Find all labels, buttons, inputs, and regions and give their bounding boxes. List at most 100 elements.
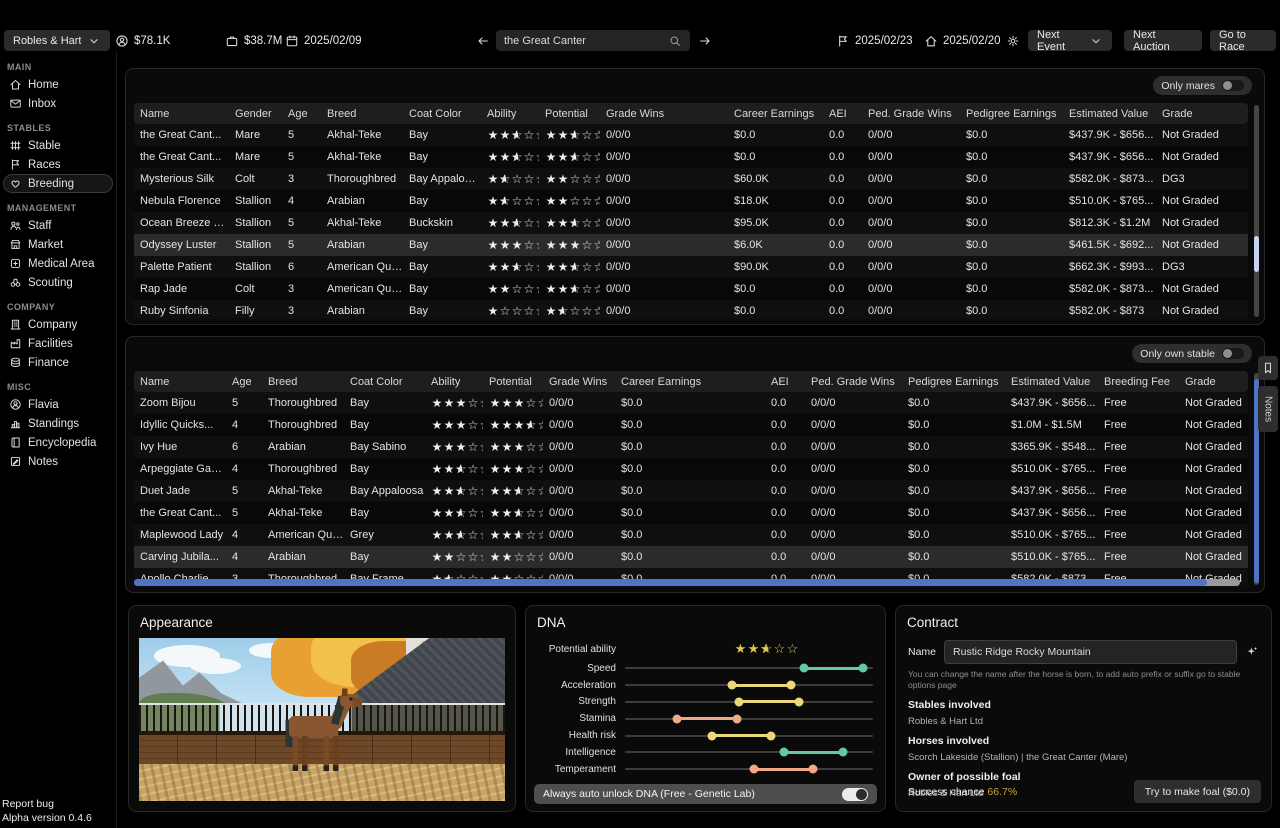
- table-row[interactable]: Carving Jubila...4ArabianBay★★☆☆☆★★☆☆☆0/…: [134, 546, 1248, 568]
- dna-slider-track[interactable]: [625, 701, 873, 703]
- only-mares-switch[interactable]: [1222, 80, 1244, 91]
- column-header-estimated_value[interactable]: Estimated Value: [1063, 103, 1156, 124]
- column-header-ability[interactable]: Ability: [481, 103, 539, 124]
- notes-icon: [9, 455, 22, 468]
- settings-button[interactable]: [1006, 30, 1020, 51]
- make-foal-button[interactable]: Try to make foal ($0.0): [1134, 780, 1261, 803]
- main-content: Only mares NameGenderAgeBreedCoat ColorA…: [117, 52, 1280, 828]
- column-header-grade_wins[interactable]: Grade Wins: [600, 103, 728, 124]
- history-back-button[interactable]: [476, 30, 490, 51]
- only-own-stable-toggle[interactable]: Only own stable: [1132, 344, 1252, 363]
- column-header-estimated_value[interactable]: Estimated Value: [1005, 371, 1098, 392]
- dna-slider-health-risk: Health risk: [536, 727, 873, 744]
- dna-slider-track[interactable]: [625, 768, 873, 770]
- report-bug-link[interactable]: Report bug: [2, 797, 92, 811]
- random-name-icon[interactable]: [1245, 645, 1259, 659]
- dna-slider-track[interactable]: [625, 735, 873, 737]
- sidebar-item-finance[interactable]: Finance: [3, 353, 113, 372]
- history-forward-button[interactable]: [698, 30, 712, 51]
- column-header-ability[interactable]: Ability: [425, 371, 483, 392]
- column-header-breeding_fee[interactable]: Breeding Fee: [1098, 371, 1179, 392]
- sidebar-item-company[interactable]: Company: [3, 315, 113, 334]
- column-header-career_earnings[interactable]: Career Earnings: [615, 371, 765, 392]
- column-header-age[interactable]: Age: [226, 371, 262, 392]
- column-header-breed[interactable]: Breed: [321, 103, 403, 124]
- next-auction-button[interactable]: Next Auction: [1124, 30, 1202, 51]
- sidebar-item-market[interactable]: Market: [3, 235, 113, 254]
- search-input[interactable]: [504, 35, 668, 47]
- column-header-grade[interactable]: Grade: [1156, 103, 1248, 124]
- sidebar-item-flavia[interactable]: Flavia: [3, 395, 113, 414]
- table-row[interactable]: Ivy Hue6ArabianBay Sabino★★★☆☆★★★☆☆0/0/0…: [134, 436, 1248, 458]
- column-header-ped_grade_wins[interactable]: Ped. Grade Wins: [805, 371, 902, 392]
- sidebar-item-inbox[interactable]: Inbox: [3, 94, 113, 113]
- only-mares-toggle[interactable]: Only mares: [1153, 76, 1252, 95]
- table-row[interactable]: Zoom Bijou5ThoroughbredBay★★★☆☆★★★☆☆0/0/…: [134, 392, 1248, 414]
- column-header-coat[interactable]: Coat Color: [344, 371, 425, 392]
- search-box[interactable]: [496, 30, 690, 51]
- sidebar-item-scouting[interactable]: Scouting: [3, 273, 113, 292]
- column-header-aei[interactable]: AEI: [823, 103, 862, 124]
- table-row[interactable]: Ocean Breeze S...Stallion5Akhal-TekeBuck…: [134, 212, 1248, 234]
- studs-horizontal-scrollbar[interactable]: [134, 579, 1240, 586]
- table-row[interactable]: the Great Cant...Mare5Akhal-TekeBay★★☆★☆…: [134, 146, 1248, 168]
- column-header-name[interactable]: Name: [134, 103, 229, 124]
- chevron-down-icon: [87, 34, 101, 48]
- next-event-dropdown[interactable]: Next Event: [1028, 30, 1112, 51]
- go-to-race-button[interactable]: Go to Race: [1210, 30, 1276, 51]
- sidebar-item-stable[interactable]: Stable: [3, 136, 113, 155]
- sidebar-item-breeding[interactable]: Breeding: [3, 174, 113, 193]
- table-row[interactable]: Maplewood Lady4American Quart...Grey★★☆★…: [134, 524, 1248, 546]
- stable-selector-dropdown[interactable]: Robles & Hart L...: [4, 30, 110, 51]
- table-row[interactable]: Idyllic Quicks...4ThoroughbredBay★★★☆☆★★…: [134, 414, 1248, 436]
- dna-slider-speed: Speed: [536, 660, 873, 677]
- column-header-aei[interactable]: AEI: [765, 371, 805, 392]
- column-header-potential[interactable]: Potential: [539, 103, 600, 124]
- auto-unlock-dna-switch[interactable]: [842, 788, 868, 801]
- column-header-career_earnings[interactable]: Career Earnings: [728, 103, 823, 124]
- dna-slider-track[interactable]: [625, 667, 873, 669]
- column-header-potential[interactable]: Potential: [483, 371, 543, 392]
- foal-name-input[interactable]: [944, 640, 1237, 664]
- column-header-name[interactable]: Name: [134, 371, 226, 392]
- dna-slider-track[interactable]: [625, 751, 873, 753]
- sidebar-item-races[interactable]: Races: [3, 155, 113, 174]
- dna-slider-track[interactable]: [625, 718, 873, 720]
- sidebar-item-standings[interactable]: Standings: [3, 414, 113, 433]
- column-header-pedigree_earnings[interactable]: Pedigree Earnings: [902, 371, 1005, 392]
- table-row[interactable]: Duet Jade5Akhal-TekeBay Appaloosa★★☆★☆☆★…: [134, 480, 1248, 502]
- next-event-label: Next Event: [1037, 29, 1083, 53]
- table-row[interactable]: Odyssey LusterStallion5ArabianBay★★★☆☆★★…: [134, 234, 1248, 256]
- table-row[interactable]: Mysterious SilkColt3ThoroughbredBay Appa…: [134, 168, 1248, 190]
- sidebar-item-medical-area[interactable]: Medical Area: [3, 254, 113, 273]
- table-row[interactable]: Nebula FlorenceStallion4ArabianBay★☆★☆☆☆…: [134, 190, 1248, 212]
- table-row[interactable]: the Great Cant...5Akhal-TekeBay★★☆★☆☆★★☆…: [134, 502, 1248, 524]
- column-header-grade[interactable]: Grade: [1179, 371, 1248, 392]
- auto-unlock-dna-bar[interactable]: Always auto unlock DNA (Free - Genetic L…: [534, 784, 877, 804]
- sidebar-item-staff[interactable]: Staff: [3, 216, 113, 235]
- column-header-grade_wins[interactable]: Grade Wins: [543, 371, 615, 392]
- studs-table: NameAgeBreedCoat ColorAbilityPotentialGr…: [134, 371, 1248, 587]
- column-header-ped_grade_wins[interactable]: Ped. Grade Wins: [862, 103, 960, 124]
- table-row[interactable]: Palette PatientStallion6American Quart..…: [134, 256, 1248, 278]
- column-header-pedigree_earnings[interactable]: Pedigree Earnings: [960, 103, 1063, 124]
- table-row[interactable]: Ruby SinfoniaFilly3ArabianBay★☆☆☆☆★☆★☆☆☆…: [134, 300, 1248, 319]
- sidebar-item-notes[interactable]: Notes: [3, 452, 113, 471]
- only-own-stable-switch[interactable]: [1222, 348, 1244, 359]
- appearance-card: Appearance: [128, 605, 516, 812]
- table-row[interactable]: Arpeggiate Gan...4ThoroughbredBay★★☆★☆☆★…: [134, 458, 1248, 480]
- sidebar-item-home[interactable]: Home: [3, 75, 113, 94]
- table-row[interactable]: the Great Cant...Mare5Akhal-TekeBay★★☆★☆…: [134, 124, 1248, 146]
- bookmark-button[interactable]: [1258, 356, 1278, 380]
- foal-name-label: Name: [908, 646, 936, 658]
- mares-vertical-scrollbar[interactable]: [1254, 105, 1259, 317]
- table-row[interactable]: Rap JadeColt3American Quart...Bay★★☆☆☆★★…: [134, 278, 1248, 300]
- sidebar-item-facilities[interactable]: Facilities: [3, 334, 113, 353]
- column-header-coat[interactable]: Coat Color: [403, 103, 481, 124]
- column-header-age[interactable]: Age: [282, 103, 321, 124]
- sidebar-item-encyclopedia[interactable]: Encyclopedia: [3, 433, 113, 452]
- column-header-gender[interactable]: Gender: [229, 103, 282, 124]
- column-header-breed[interactable]: Breed: [262, 371, 344, 392]
- notes-side-tab[interactable]: Notes: [1258, 386, 1278, 432]
- dna-slider-track[interactable]: [625, 684, 873, 686]
